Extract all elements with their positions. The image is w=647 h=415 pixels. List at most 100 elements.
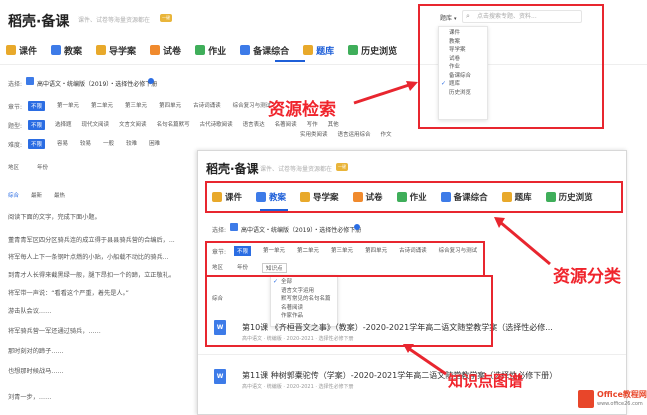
back-tab-guide[interactable]: 导学案 (96, 42, 136, 58)
back-slogan: 课件、试卷等海量资源都在 (78, 17, 151, 24)
front-slogan: 课件、试卷等海量资源都在 (260, 166, 333, 173)
tab-label: 导学案 (109, 46, 137, 57)
sort-tab[interactable]: 综合 (8, 191, 19, 199)
question-intro: 阅读下面的文字，完成下面小题。 (8, 214, 101, 221)
chip[interactable]: 困难 (149, 139, 160, 149)
chip[interactable]: 一般 (103, 139, 114, 149)
tab-label: 题库 (316, 46, 335, 57)
chip[interactable]: 第二单元 (91, 101, 113, 111)
chip[interactable]: 现代文阅读 (82, 120, 110, 130)
sort-tab[interactable]: 最热 (54, 191, 65, 199)
arrow-icon (353, 81, 418, 105)
chip[interactable]: 较难 (126, 139, 137, 149)
back-tab-prep[interactable]: 备课综合 (240, 42, 289, 58)
edit-book-icon[interactable] (148, 78, 154, 84)
chapter-chips: 不限 第一单元 第二单元 第三单元 第四单元 古诗词诵读 综合复习与测试 (28, 101, 271, 111)
arrow-icon (403, 344, 447, 376)
type-label: 题型: (8, 123, 23, 130)
back-tab-history[interactable]: 历史浏览 (348, 42, 397, 58)
guide-icon (96, 45, 107, 55)
courseware-icon (6, 45, 16, 55)
body-line: 也想那时候战马…… (8, 368, 64, 375)
chip[interactable]: 第一单元 (57, 101, 79, 111)
history-icon (348, 45, 359, 55)
back-tab-courseware[interactable]: 课件 (6, 42, 37, 58)
back-filter-dropdowns: 地区 年份 (8, 163, 48, 171)
office-url: www.office26.com (597, 401, 643, 407)
select-label: 选择: (8, 81, 23, 88)
chip[interactable]: 语言表达 (243, 120, 265, 130)
book-name[interactable]: 高中语文・统编版（2019）・选择性必修下册 (241, 225, 361, 234)
tab-label: 历史浏览 (361, 46, 398, 57)
chip[interactable]: 不限 (28, 120, 46, 130)
edit-book-icon[interactable] (354, 224, 360, 230)
back-tab-exam[interactable]: 试卷 (150, 42, 181, 58)
tab-label: 备课综合 (253, 46, 290, 57)
question-bank-icon (303, 45, 314, 55)
back-tab-lesson-plan[interactable]: 教案 (51, 42, 82, 58)
book-name[interactable]: 高中语文・统编版（2019）・选择性必修下册 (37, 79, 157, 88)
lesson-plan-icon (51, 45, 62, 55)
office-brand: Office教程网 (597, 390, 647, 399)
arrow-icon (494, 217, 551, 266)
chip[interactable]: 文言文阅读 (119, 120, 147, 130)
active-tab-underline (275, 60, 305, 62)
homework-icon (195, 45, 206, 55)
question-paragraph: 将军带一声说：“看看这个严重，着先是人。” (8, 290, 129, 297)
body-line: 那时刻对的蹄子…… (8, 348, 64, 355)
office-logo-icon (578, 390, 594, 408)
annotation-knowledge: 知识点图谱 (448, 372, 524, 390)
slogan-tag-icon: 一键 (336, 163, 348, 171)
chip[interactable]: 容易 (57, 139, 68, 149)
exam-icon (150, 45, 161, 55)
chip[interactable]: 选择题 (55, 120, 72, 130)
back-tab-homework[interactable]: 作业 (195, 42, 226, 58)
chip[interactable]: 写作 (307, 120, 318, 130)
question-paragraph: 到青才人长得来截黑绿一般，腿下昂扣一个的蹄，立正敬礼。 (8, 272, 176, 279)
tab-label: 课件 (19, 46, 38, 57)
book-icon (26, 77, 34, 85)
type-chips-row2: 实用类阅读 语言运用综合 作文 (300, 130, 392, 138)
prep-icon (240, 45, 251, 55)
chip[interactable]: 古诗词诵读 (193, 101, 221, 111)
select-label: 选择: (212, 227, 227, 234)
doc-meta: 高中语文 · 统编版 · 2020-2021 · 选择性必修下册 (242, 384, 354, 390)
chip[interactable]: 综合复习与测试 (233, 101, 272, 111)
slogan-tag-icon: 一键 (160, 14, 172, 22)
annotation-category: 资源分类 (553, 267, 621, 287)
highlight-knowledge-box (205, 275, 493, 347)
chip[interactable]: 不限 (28, 139, 46, 149)
tab-label: 试卷 (163, 46, 182, 57)
back-tab-question-bank[interactable]: 题库 (303, 42, 334, 58)
region-select[interactable]: 地区 (8, 163, 19, 171)
chip[interactable]: 语言运用综合 (338, 130, 371, 138)
front-logo[interactable]: 稻壳·备课 (206, 160, 259, 177)
chip[interactable]: 第四单元 (159, 101, 181, 111)
back-logo[interactable]: 稻壳·备课 (8, 11, 69, 31)
year-select[interactable]: 年份 (37, 163, 48, 171)
chip[interactable]: 第三单元 (125, 101, 147, 111)
sort-tab[interactable]: 最新 (31, 191, 42, 199)
tab-label: 教案 (64, 46, 83, 57)
question-paragraph: 董青青军区四分区骑兵连的成立得于县县骑兵营的合编后，... (8, 237, 175, 244)
chip[interactable]: 名著阅读 (275, 120, 297, 130)
chip[interactable]: 古代诗歌阅读 (200, 120, 233, 130)
chip[interactable]: 其他 (328, 120, 339, 130)
office-watermark: Office教程网 www.office26.com (578, 387, 647, 413)
highlight-category-box (205, 181, 623, 213)
difficulty-chips: 不限 容易 较易 一般 较难 困难 (28, 139, 160, 149)
difficulty-label: 难度: (8, 142, 23, 149)
book-icon (230, 223, 238, 231)
chip[interactable]: 较易 (80, 139, 91, 149)
body-line: 刘青一步，…… (8, 394, 52, 401)
highlight-search-box (418, 4, 604, 129)
chip[interactable]: 实用类阅读 (300, 130, 328, 138)
chip[interactable]: 不限 (28, 101, 46, 111)
question-paragraph: 游击队会议…… (8, 308, 52, 315)
highlight-filter-box (205, 241, 485, 277)
back-nav: 课件 教案 导学案 试卷 作业 备课综合 题库 历史浏览 (6, 42, 406, 58)
chip[interactable]: 名句名篇默写 (157, 120, 190, 130)
chip[interactable]: 作文 (381, 130, 392, 138)
word-doc-icon: W (214, 369, 226, 384)
question-paragraph: 将军每人上下一条钢叶点燃的小贴，小船载不动比的骑兵... (8, 254, 169, 261)
